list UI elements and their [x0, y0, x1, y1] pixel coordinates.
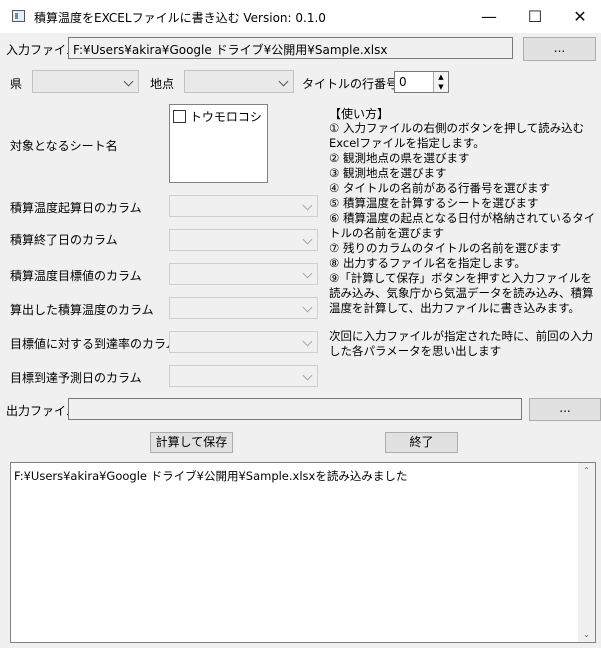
- column-label-forecast: 目標到達予測日のカラム: [10, 371, 142, 385]
- maximize-icon: ☐: [527, 7, 543, 26]
- window-title: 積算温度をEXCELファイルに書き込む Version: 0.1.0: [34, 11, 326, 25]
- sheet-listbox[interactable]: トウモロコシ: [169, 104, 268, 183]
- column-select-rate[interactable]: [169, 331, 318, 353]
- output-file-path[interactable]: [68, 398, 522, 420]
- spin-down-icon[interactable]: ▼: [433, 82, 448, 92]
- log-scrollbar[interactable]: ⌃ ⌄: [578, 463, 595, 642]
- chevron-down-icon: [278, 76, 289, 86]
- chevron-down-icon: [302, 200, 313, 211]
- column-label-start-date: 積算温度起算日のカラム: [10, 201, 142, 215]
- howto-text: ① 入力ファイルの右側のボタンを押して読み込むExcelファイルを指定します。 …: [329, 121, 596, 315]
- output-file-browse-button[interactable]: ...: [529, 398, 601, 421]
- sheet-item-label: トウモロコシ: [189, 110, 262, 124]
- scroll-up-icon[interactable]: ⌃: [578, 466, 595, 475]
- chevron-down-icon: [123, 76, 134, 86]
- maximize-button[interactable]: ☐: [512, 0, 558, 33]
- title-row-stepper[interactable]: 0 ▲ ▼: [394, 71, 449, 93]
- close-button[interactable]: ✕: [557, 0, 601, 33]
- sheet-label: 対象となるシート名: [10, 139, 118, 153]
- location-label: 地点: [150, 77, 175, 91]
- sheet-checkbox[interactable]: [173, 110, 186, 123]
- log-textarea[interactable]: F:¥Users¥akira¥Google ドライブ¥公開用¥Sample.xl…: [10, 462, 596, 643]
- input-file-path[interactable]: F:¥Users¥akira¥Google ドライブ¥公開用¥Sample.xl…: [68, 37, 513, 59]
- app-icon: [12, 10, 25, 22]
- scroll-down-icon[interactable]: ⌄: [578, 630, 595, 639]
- column-label-rate: 目標値に対する到達率のカラム: [10, 337, 178, 351]
- log-text: F:¥Users¥akira¥Google ドライブ¥公開用¥Sample.xl…: [14, 469, 408, 483]
- input-file-browse-button[interactable]: ...: [523, 37, 596, 61]
- close-icon: ✕: [573, 7, 587, 26]
- calculate-save-button[interactable]: 計算して保存: [150, 432, 233, 453]
- location-select[interactable]: [184, 70, 294, 93]
- title-row-value: 0: [399, 75, 407, 89]
- column-select-end-date[interactable]: [169, 229, 318, 251]
- minimize-button[interactable]: —: [466, 0, 512, 33]
- prefecture-label: 県: [10, 77, 23, 91]
- column-select-calculated[interactable]: [169, 297, 318, 319]
- chevron-down-icon: [302, 302, 313, 313]
- chevron-down-icon: [302, 336, 313, 347]
- column-select-forecast[interactable]: [169, 365, 318, 387]
- title-bar: 積算温度をEXCELファイルに書き込む Version: 0.1.0 — ☐ ✕: [0, 0, 601, 33]
- sheet-list-item[interactable]: トウモロコシ: [173, 108, 262, 125]
- prefecture-select[interactable]: [32, 70, 139, 93]
- column-label-target: 積算温度目標値のカラム: [10, 269, 142, 283]
- howto-title: 【使い方】: [329, 107, 390, 121]
- howto-note: 次回に入力ファイルが指定された時に、前回の入力した各パラメータを思い出します: [329, 329, 594, 358]
- column-select-start-date[interactable]: [169, 195, 318, 217]
- exit-button[interactable]: 終了: [385, 432, 458, 453]
- chevron-down-icon: [302, 268, 313, 279]
- chevron-down-icon: [302, 234, 313, 245]
- column-label-end-date: 積算終了日のカラム: [10, 233, 118, 247]
- column-label-calculated: 算出した積算温度のカラム: [10, 303, 154, 317]
- chevron-down-icon: [302, 370, 313, 381]
- title-row-label: タイトルの行番号: [302, 77, 399, 91]
- column-select-target[interactable]: [169, 263, 318, 285]
- minimize-icon: —: [481, 7, 497, 26]
